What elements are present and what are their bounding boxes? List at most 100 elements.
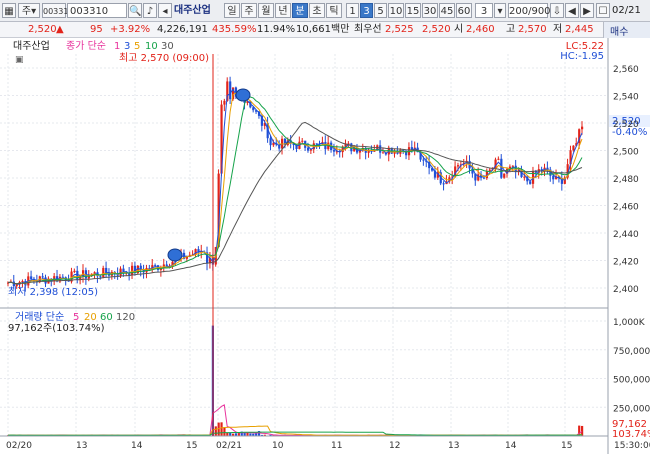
- candle-body: [500, 158, 503, 178]
- range-input[interactable]: 200/900: [508, 3, 551, 18]
- download-icon[interactable]: ⇩: [550, 3, 564, 18]
- candle-body: [503, 173, 506, 178]
- interval-45[interactable]: 45: [439, 3, 455, 18]
- volume-bar: [214, 426, 217, 436]
- price-tick-label: 2,560: [613, 65, 639, 75]
- candle-body: [482, 177, 486, 179]
- price-tick-label: 2,520: [613, 120, 639, 130]
- period-week[interactable]: 주: [241, 3, 257, 18]
- x-axis-label: 13: [448, 441, 459, 451]
- volume-value: 4,226,191: [157, 24, 208, 35]
- search-icon[interactable]: 🔍: [128, 3, 142, 18]
- high-annotation: 최고 2,570 (09:00): [119, 52, 209, 64]
- price-tick-label: 2,460: [613, 203, 639, 213]
- candle-body: [61, 276, 65, 278]
- candle-body: [529, 181, 532, 184]
- price-tick-label: 2,440: [613, 230, 639, 240]
- candle-body: [511, 165, 514, 167]
- stock-code-value: 003310: [70, 6, 109, 17]
- x-axis-label: 02/20: [6, 441, 32, 451]
- candle-body: [581, 126, 584, 130]
- interval-10[interactable]: 10: [388, 3, 404, 18]
- period-year[interactable]: 년: [275, 3, 291, 18]
- candle-body: [154, 265, 157, 267]
- price-change: 95: [90, 24, 103, 35]
- interval-60[interactable]: 60: [456, 3, 472, 18]
- price-change-pct: +3.92%: [110, 24, 151, 35]
- hc-indicator: HC:-1.95: [560, 51, 604, 62]
- company-name: 대주산업: [174, 5, 211, 16]
- ma-legend-label: 종가 단순: [66, 40, 106, 52]
- interval-3[interactable]: 3: [360, 3, 373, 18]
- candle-body: [102, 267, 105, 278]
- candle-body: [552, 175, 555, 180]
- candle-body: [422, 159, 425, 161]
- candle-body: [41, 276, 44, 278]
- ma-period-10: 10: [145, 41, 158, 52]
- period-day[interactable]: 일: [224, 3, 240, 18]
- candle-body: [572, 145, 575, 151]
- chart-toolbar: ▦ 주▾ 00331 003310 🔍 ♪ ◂ 대주산업 일 주 월 년 분 초…: [0, 0, 650, 22]
- low-annotation: 최저 2,398 (12:05): [8, 286, 98, 298]
- candle-body: [15, 284, 18, 287]
- move-left-icon[interactable]: ◀: [565, 3, 579, 18]
- low-value: 2,445: [565, 24, 594, 35]
- stock-code-input[interactable]: 003310: [67, 3, 127, 18]
- volume-tick-label: 500,000: [613, 376, 650, 386]
- x-axis-label: 15:30:00: [614, 441, 650, 451]
- best-bid: 2,520: [422, 24, 451, 35]
- volume-bar: [220, 422, 223, 436]
- vol-ma-period-120: 120: [116, 312, 135, 323]
- interval-1[interactable]: 1: [346, 3, 359, 18]
- period-month[interactable]: 월: [258, 3, 274, 18]
- candle-body: [269, 138, 272, 146]
- ma-period-1: 1: [114, 41, 120, 52]
- market-select[interactable]: 주▾: [18, 3, 40, 18]
- price-tick-label: 2,500: [613, 148, 639, 158]
- interval-5[interactable]: 5: [374, 3, 387, 18]
- period-minute[interactable]: 분: [292, 3, 308, 18]
- sell-panel[interactable]: 매수: [603, 22, 650, 38]
- price-chart[interactable]: 대주산업 종가 단순 1 3 5 10 30 LC:5.22 HC:-1.95 …: [0, 38, 650, 454]
- candle-body: [497, 158, 500, 160]
- sell-label: 매수: [610, 27, 629, 38]
- interval-15[interactable]: 15: [405, 3, 421, 18]
- grid-icon[interactable]: ▦: [2, 3, 16, 18]
- candle-body: [73, 270, 76, 272]
- speaker-icon[interactable]: ♪: [143, 3, 157, 18]
- price-tick-label: 2,400: [613, 285, 639, 295]
- vol-ma-period-5: 5: [73, 312, 79, 323]
- code-type-select[interactable]: 00331: [42, 3, 69, 18]
- price-tick-label: 2,420: [613, 258, 639, 268]
- best-quote-label: 최우선: [354, 24, 382, 35]
- volume-current-value: 97,162주(103.74%): [8, 323, 105, 334]
- best-ask: 2,525: [385, 24, 414, 35]
- price-tick-label: 2,540: [613, 93, 639, 103]
- volume-tick-label: 750,000: [613, 347, 650, 357]
- candle-body: [223, 100, 226, 105]
- trade-amount: 10,661백만: [296, 24, 350, 35]
- candle-body: [99, 276, 102, 278]
- price-panel-name: 대주산업: [13, 39, 50, 52]
- collapse-icon[interactable]: ▣: [15, 55, 24, 65]
- period-tick[interactable]: 틱: [326, 3, 342, 18]
- chevron-down-icon[interactable]: ▾: [494, 3, 506, 18]
- code-type-value: 00331: [43, 7, 69, 16]
- interval-select[interactable]: 3: [475, 3, 493, 18]
- range-value: 200/900: [509, 6, 551, 17]
- ma-period-5: 5: [134, 41, 140, 52]
- high-value: 2,570: [518, 24, 547, 35]
- x-axis-label: 15: [561, 441, 572, 451]
- date-field[interactable]: 02/21: [612, 3, 648, 18]
- candle-body: [381, 152, 385, 154]
- volume-tick-label: 1,000K: [613, 318, 646, 328]
- x-axis-label: 14: [505, 441, 517, 451]
- price-y-ticks: 2,560 2,540 2,520 2,500 2,480 2,460 2,440 2,420…: [613, 65, 639, 295]
- move-right-icon[interactable]: ▶: [580, 3, 594, 18]
- period-second[interactable]: 초: [309, 3, 325, 18]
- calendar-checkbox[interactable]: ☐: [596, 3, 610, 18]
- candle-body: [76, 270, 79, 280]
- interval-30[interactable]: 30: [422, 3, 438, 18]
- prev-stock-icon[interactable]: ◂: [158, 3, 172, 18]
- candle-body: [488, 169, 491, 171]
